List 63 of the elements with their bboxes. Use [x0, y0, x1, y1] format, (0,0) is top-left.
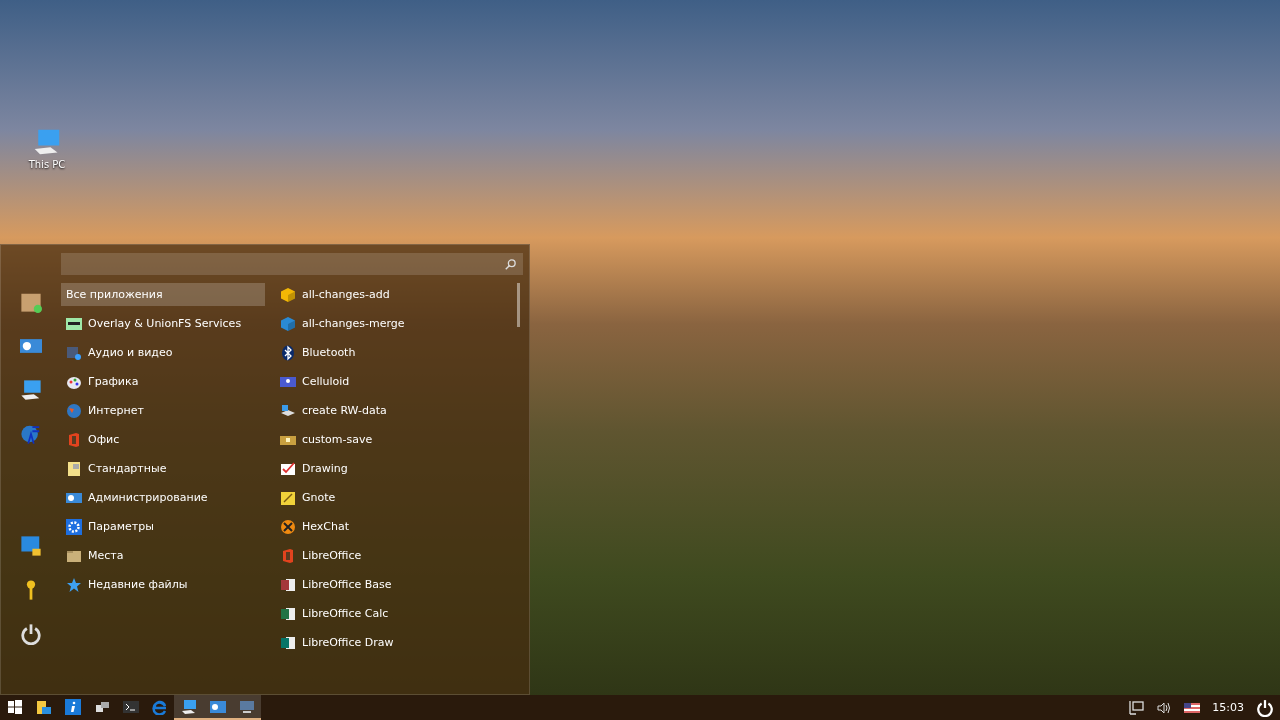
globe-icon [66, 402, 82, 419]
app-item[interactable]: create RW-data [275, 399, 507, 422]
lock-screen-icon[interactable] [20, 535, 42, 557]
app-item[interactable]: all-changes-add [275, 283, 507, 306]
category-item[interactable]: Стандартные [61, 457, 265, 480]
power-icon[interactable] [20, 623, 42, 645]
bluetooth-icon [280, 344, 296, 361]
folder-icon [35, 698, 52, 715]
category-item[interactable]: Аудио и видео [61, 341, 265, 364]
app-item[interactable]: Bluetooth [275, 341, 507, 364]
database-document-icon [280, 576, 296, 593]
app-item[interactable]: custom-save [275, 428, 507, 451]
search-icon [505, 258, 517, 270]
category-item[interactable]: Overlay & UnionFS Services [61, 312, 265, 335]
app-item[interactable]: LibreOffice Calc [275, 602, 507, 625]
info-icon [64, 698, 81, 715]
control-panel-icon [209, 698, 226, 715]
category-item[interactable]: Интернет [61, 399, 265, 422]
monitor-icon [238, 698, 255, 715]
app-item[interactable]: LibreOffice Base [275, 573, 507, 596]
package-icon[interactable] [20, 291, 42, 313]
app-item[interactable]: HexChat [275, 515, 507, 538]
power-icon[interactable] [1256, 698, 1274, 717]
category-item[interactable]: Офис [61, 428, 265, 451]
scrollbar-thumb[interactable] [517, 283, 520, 327]
category-item[interactable]: Параметры [61, 515, 265, 538]
drawing-icon [280, 460, 296, 477]
star-icon [66, 576, 82, 593]
computer-icon [180, 698, 197, 715]
app-item[interactable]: Gnote [275, 486, 507, 509]
office-icon [280, 547, 296, 564]
network-icon[interactable] [1128, 699, 1145, 716]
taskbar-button[interactable] [174, 695, 203, 720]
notepad-icon [66, 460, 82, 477]
settings-icon [66, 518, 82, 535]
computer-icon[interactable] [20, 379, 42, 401]
terminal-icon [122, 698, 139, 715]
category-item[interactable]: Все приложения [61, 283, 265, 306]
cube-icon [280, 286, 296, 303]
app-item[interactable]: Drawing [275, 457, 507, 480]
app-item[interactable]: LibreOffice Draw [275, 631, 507, 654]
taskbar-button[interactable] [232, 695, 261, 720]
chat-icon [280, 518, 296, 535]
globe-icon[interactable] [20, 423, 42, 445]
clock[interactable]: 15:03 [1212, 701, 1244, 714]
spreadsheet-icon [280, 605, 296, 622]
aufs-icon [66, 315, 82, 332]
note-pencil-icon [280, 489, 296, 506]
film-music-icon [66, 344, 82, 361]
windows-logo-icon [6, 698, 23, 715]
cube-icon [280, 315, 296, 332]
app-item[interactable]: LibreOffice [275, 544, 507, 567]
search-field[interactable] [61, 253, 523, 275]
category-item[interactable]: Графика [61, 370, 265, 393]
drive-icon [280, 402, 296, 419]
app-item[interactable]: all-changes-merge [275, 312, 507, 335]
browser-icon [151, 698, 168, 715]
category-item[interactable]: Места [61, 544, 265, 567]
app-item[interactable]: Celluloid [275, 370, 507, 393]
office-icon [66, 431, 82, 448]
drawing-document-icon [280, 634, 296, 651]
category-item[interactable]: Недавние файлы [61, 573, 265, 596]
category-item[interactable]: Администрирование [61, 486, 265, 509]
